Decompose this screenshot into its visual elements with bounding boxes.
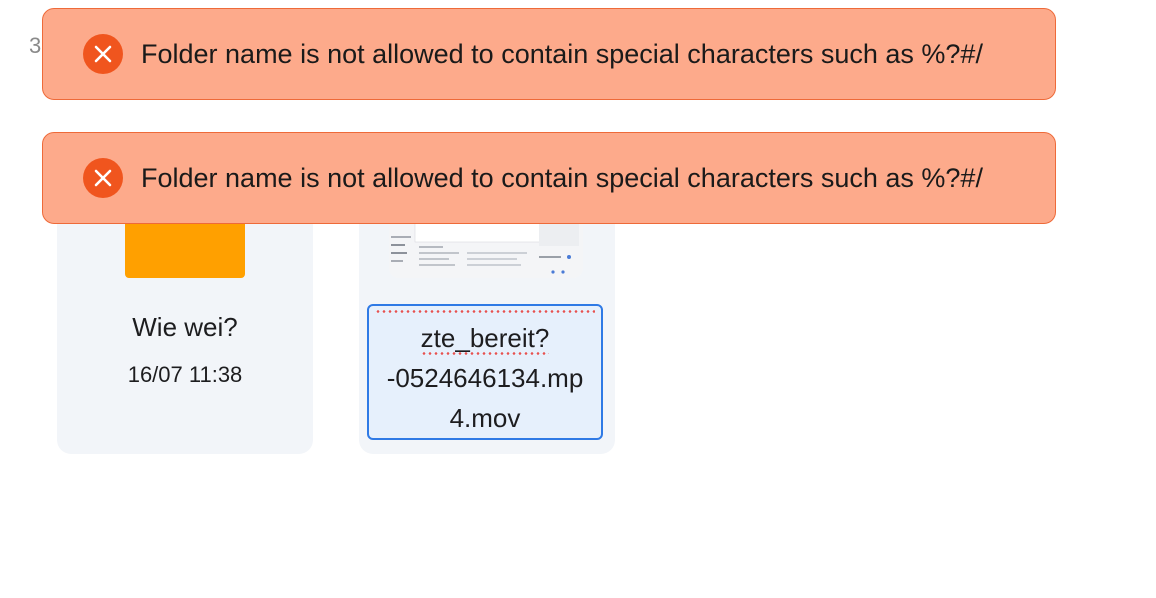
rename-line-1: zte_bereit?	[420, 323, 550, 355]
folder-date: 16/07 11:38	[127, 362, 243, 387]
folder-name: Wie wei?	[132, 312, 238, 342]
rename-line-3: 4.mov	[449, 403, 521, 433]
error-toast: Folder name is not allowed to contain sp…	[42, 8, 1056, 100]
rename-input[interactable]: zte_bereit? -0524646134.mp 4.mov	[367, 304, 603, 440]
video-thumbnail	[389, 216, 583, 278]
error-toast: Folder name is not allowed to contain sp…	[42, 132, 1056, 224]
rename-line-2: -0524646134.mp	[386, 363, 584, 393]
folder-icon	[125, 216, 245, 278]
item-count-label: 3	[29, 33, 42, 58]
error-circle-icon	[83, 158, 123, 198]
error-toast-message: Folder name is not allowed to contain sp…	[141, 39, 983, 69]
spellcheck-underline	[375, 310, 595, 313]
error-toast-message: Folder name is not allowed to contain sp…	[141, 163, 983, 193]
error-circle-icon	[83, 34, 123, 74]
